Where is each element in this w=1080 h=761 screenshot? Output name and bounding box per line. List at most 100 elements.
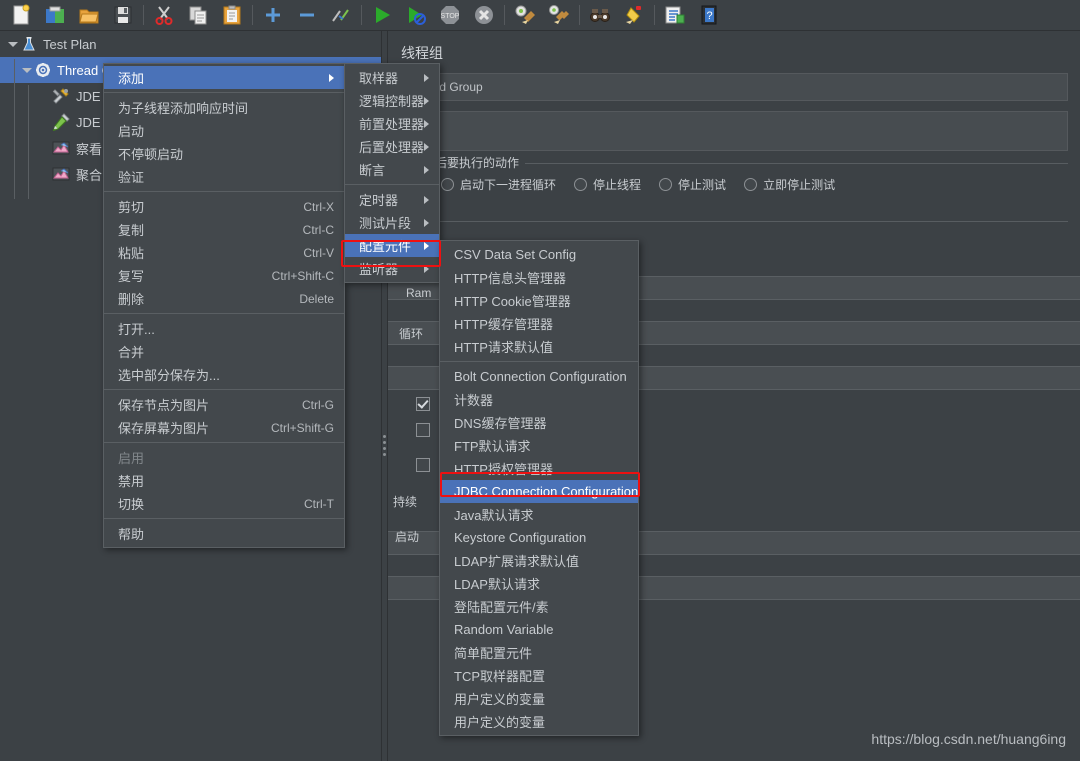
config-item-simple-config-element[interactable]: 简单配置元件 xyxy=(440,641,638,664)
submenu-item-config-element[interactable]: 配置元件 xyxy=(345,234,439,257)
config-item-user-defined-variables[interactable]: 用户定义的变量 xyxy=(440,687,638,710)
config-item-csv-data-set-config[interactable]: CSV Data Set Config xyxy=(440,243,638,266)
loop-count-label: 循环 xyxy=(399,325,423,342)
config-item-java-request-defaults[interactable]: Java默认请求 xyxy=(440,503,638,526)
config-item-dns-cache-manager[interactable]: DNS缓存管理器 xyxy=(440,411,638,434)
collapse-all-icon[interactable] xyxy=(290,1,324,29)
clear-all-icon[interactable] xyxy=(542,1,576,29)
divider-grip[interactable] xyxy=(383,435,386,453)
function-helper-icon[interactable] xyxy=(658,1,692,29)
test-plan-icon xyxy=(21,36,37,52)
reset-search-icon[interactable] xyxy=(617,1,651,29)
paste-icon[interactable] xyxy=(215,1,249,29)
config-item-counter[interactable]: 计数器 xyxy=(440,388,638,411)
submenu-item-test-fragment[interactable]: 测试片段 xyxy=(345,211,439,234)
menu-item-validate[interactable]: 验证 xyxy=(104,165,344,188)
config-item-ldap-extended-request-defaults[interactable]: LDAP扩展请求默认值 xyxy=(440,549,638,572)
submenu-item-sampler[interactable]: 取样器 xyxy=(345,66,439,89)
menu-item-remove[interactable]: 删除 Delete xyxy=(104,287,344,310)
submenu-item-logic-controller[interactable]: 逻辑控制器 xyxy=(345,89,439,112)
menu-item-save-screen-as-image[interactable]: 保存屏幕为图片 Ctrl+Shift-G xyxy=(104,416,344,439)
config-item-bolt-connection-configuration[interactable]: Bolt Connection Configuration xyxy=(440,365,638,388)
menu-item-duplicate[interactable]: 复写 Ctrl+Shift-C xyxy=(104,264,344,287)
config-item-http-request-defaults[interactable]: HTTP请求默认值 xyxy=(440,335,638,358)
menu-item-copy[interactable]: 复制 Ctrl-C xyxy=(104,218,344,241)
menu-item-accelerator: Ctrl+Shift-C xyxy=(246,269,334,283)
config-item-ftp-request-defaults[interactable]: FTP默认请求 xyxy=(440,434,638,457)
comment-field[interactable] xyxy=(399,111,1068,151)
menu-item-help[interactable]: 帮助 xyxy=(104,522,344,545)
submenu-item-assertion[interactable]: 断言 xyxy=(345,158,439,181)
menu-item-start[interactable]: 启动 xyxy=(104,119,344,142)
radio-stop-test-now[interactable]: 立即停止测试 xyxy=(744,176,835,193)
chevron-down-icon[interactable] xyxy=(6,38,19,51)
add-submenu[interactable]: 取样器 逻辑控制器 前置处理器 后置处理器 断言 定时器 测试片段 配置元件 监… xyxy=(344,63,440,283)
config-item-http-cache-manager[interactable]: HTTP缓存管理器 xyxy=(440,312,638,335)
submenu-item-pre-processor[interactable]: 前置处理器 xyxy=(345,112,439,135)
menu-item-label: DNS缓存管理器 xyxy=(454,413,546,432)
menu-item-label: 启动 xyxy=(118,121,144,140)
menu-item-save-selection-as[interactable]: 选中部分保存为... xyxy=(104,363,344,386)
cut-icon[interactable] xyxy=(147,1,181,29)
start-no-pause-icon[interactable] xyxy=(399,1,433,29)
menu-item-paste[interactable]: 粘贴 Ctrl-V xyxy=(104,241,344,264)
menu-item-disable[interactable]: 禁用 xyxy=(104,469,344,492)
config-item-user-defined-variables-2[interactable]: 用户定义的变量 xyxy=(440,710,638,733)
radio-stop-thread[interactable]: 停止线程 xyxy=(574,176,641,193)
config-item-keystore-configuration[interactable]: Keystore Configuration xyxy=(440,526,638,549)
menu-item-merge[interactable]: 合并 xyxy=(104,340,344,363)
submenu-item-post-processor[interactable]: 后置处理器 xyxy=(345,135,439,158)
svg-text:?: ? xyxy=(706,10,712,22)
radio-stop-test-label: 停止测试 xyxy=(678,176,726,193)
radio-circle-icon xyxy=(441,178,454,191)
delay-thread-creation-checkbox[interactable] xyxy=(416,423,430,437)
main-toolbar: STOP ? xyxy=(0,0,1080,31)
tree-item-test-plan[interactable]: Test Plan xyxy=(0,31,381,57)
menu-item-open[interactable]: 打开... xyxy=(104,317,344,340)
menu-item-add[interactable]: 添加 xyxy=(104,66,344,89)
menu-item-add-think-times[interactable]: 为子线程添加响应时间 xyxy=(104,96,344,119)
config-item-random-variable[interactable]: Random Variable xyxy=(440,618,638,641)
shutdown-icon[interactable] xyxy=(467,1,501,29)
menu-item-label: 断言 xyxy=(359,160,385,179)
submenu-item-listener[interactable]: 监听器 xyxy=(345,257,439,280)
config-item-http-cookie-manager[interactable]: HTTP Cookie管理器 xyxy=(440,289,638,312)
chevron-down-icon[interactable] xyxy=(20,64,33,77)
save-icon[interactable] xyxy=(106,1,140,29)
submenu-item-timer[interactable]: 定时器 xyxy=(345,188,439,211)
tree-context-menu[interactable]: 添加 为子线程添加响应时间 启动 不停顿启动 验证 剪切 Ctrl-X 复制 C… xyxy=(103,63,345,548)
menu-item-start-no-pauses[interactable]: 不停顿启动 xyxy=(104,142,344,165)
menu-item-toggle[interactable]: 切换 Ctrl-T xyxy=(104,492,344,515)
scheduler-checkbox[interactable] xyxy=(416,458,430,472)
config-item-tcp-sampler-config[interactable]: TCP取样器配置 xyxy=(440,664,638,687)
menu-item-label: JDBC Connection Configuration xyxy=(454,484,638,499)
open-icon[interactable] xyxy=(72,1,106,29)
aggregate-report-icon xyxy=(52,165,70,183)
new-icon[interactable] xyxy=(4,1,38,29)
config-item-login-config-element[interactable]: 登陆配置元件/素 xyxy=(440,595,638,618)
help-icon[interactable]: ? xyxy=(692,1,726,29)
stop-icon[interactable]: STOP xyxy=(433,1,467,29)
menu-item-label: 剪切 xyxy=(118,197,144,216)
config-item-jdbc-connection-configuration[interactable]: JDBC Connection Configuration xyxy=(440,480,638,503)
name-field[interactable]: Thread Group xyxy=(399,73,1068,101)
config-item-ldap-request-defaults[interactable]: LDAP默认请求 xyxy=(440,572,638,595)
expand-all-icon[interactable] xyxy=(256,1,290,29)
watermark-text: https://blog.csdn.net/huang6ing xyxy=(871,731,1066,747)
config-item-http-header-manager[interactable]: HTTP信息头管理器 xyxy=(440,266,638,289)
menu-item-save-node-as-image[interactable]: 保存节点为图片 Ctrl-G xyxy=(104,393,344,416)
menu-item-accelerator: Ctrl-X xyxy=(277,200,334,214)
clear-icon[interactable] xyxy=(508,1,542,29)
copy-icon[interactable] xyxy=(181,1,215,29)
start-icon[interactable] xyxy=(365,1,399,29)
search-icon[interactable] xyxy=(583,1,617,29)
toggle-icon[interactable] xyxy=(324,1,358,29)
radio-stop-test[interactable]: 停止测试 xyxy=(659,176,726,193)
templates-icon[interactable] xyxy=(38,1,72,29)
loop-forever-checkbox[interactable] xyxy=(416,397,430,411)
menu-item-label: 前置处理器 xyxy=(359,114,424,133)
config-item-http-authorization-manager[interactable]: HTTP授权管理器 xyxy=(440,457,638,480)
radio-start-next-loop[interactable]: 启动下一进程循环 xyxy=(441,176,556,193)
config-element-submenu[interactable]: CSV Data Set Config HTTP信息头管理器 HTTP Cook… xyxy=(439,240,639,736)
menu-item-cut[interactable]: 剪切 Ctrl-X xyxy=(104,195,344,218)
